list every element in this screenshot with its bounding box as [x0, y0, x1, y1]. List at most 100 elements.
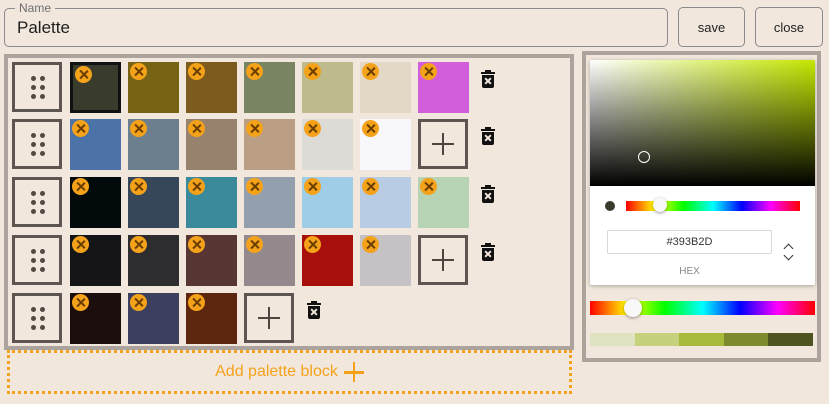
drag-handle[interactable] [12, 177, 62, 227]
color-swatch[interactable] [360, 235, 411, 286]
current-color-dot [605, 201, 615, 211]
color-swatch[interactable] [186, 235, 237, 286]
hue-slider[interactable] [626, 198, 800, 212]
shade-swatch[interactable] [723, 333, 769, 346]
remove-color-icon[interactable] [130, 236, 147, 253]
drag-dots-icon [31, 307, 45, 331]
save-button[interactable]: save [678, 7, 745, 47]
color-swatch[interactable] [186, 62, 237, 113]
shade-swatch[interactable] [634, 333, 680, 346]
remove-color-icon[interactable] [72, 178, 89, 195]
remove-color-icon[interactable] [130, 294, 147, 311]
shade-swatch[interactable] [590, 333, 635, 346]
color-swatch[interactable] [360, 119, 411, 170]
color-swatch[interactable] [360, 62, 411, 113]
color-swatch[interactable] [244, 235, 295, 286]
color-swatch[interactable] [128, 119, 179, 170]
remove-color-icon[interactable] [362, 178, 379, 195]
remove-color-icon[interactable] [420, 178, 437, 195]
color-swatch[interactable] [418, 62, 469, 113]
color-swatch[interactable] [70, 293, 121, 344]
shade-swatch[interactable] [768, 333, 813, 346]
name-value[interactable]: Palette [17, 18, 70, 38]
format-toggle-icon[interactable] [783, 242, 795, 262]
drag-handle[interactable] [12, 62, 62, 112]
color-swatch[interactable] [70, 177, 121, 228]
color-swatch[interactable] [360, 177, 411, 228]
color-swatch[interactable] [186, 119, 237, 170]
drag-dots-icon [31, 191, 45, 215]
remove-color-icon[interactable] [130, 178, 147, 195]
remove-color-icon[interactable] [72, 236, 89, 253]
remove-color-icon[interactable] [304, 236, 321, 253]
remove-color-icon[interactable] [304, 178, 321, 195]
color-swatch[interactable] [186, 293, 237, 344]
remove-color-icon[interactable] [188, 63, 205, 80]
remove-color-icon[interactable] [246, 236, 263, 253]
shade-strip [590, 333, 813, 346]
color-swatch[interactable] [244, 177, 295, 228]
color-swatch[interactable] [302, 62, 353, 113]
color-swatch[interactable] [128, 293, 179, 344]
hue-range-slider-thumb[interactable] [624, 299, 642, 317]
palette-name-field[interactable]: Name Palette [4, 1, 668, 47]
color-swatch[interactable] [70, 119, 121, 170]
delete-row-icon[interactable] [481, 70, 495, 89]
hue-slider-thumb[interactable] [653, 198, 667, 212]
color-swatch[interactable] [244, 62, 295, 113]
close-button[interactable]: close [755, 7, 823, 47]
delete-row-icon[interactable] [307, 301, 321, 320]
drag-dots-icon [31, 249, 45, 273]
palette-row [12, 235, 572, 287]
add-palette-block-button[interactable]: Add palette block [7, 350, 572, 394]
color-swatch[interactable] [186, 177, 237, 228]
saturation-area[interactable] [590, 60, 815, 186]
remove-color-icon[interactable] [72, 120, 89, 137]
delete-row-icon[interactable] [481, 127, 495, 146]
color-swatch[interactable] [418, 177, 469, 228]
color-swatch[interactable] [128, 235, 179, 286]
add-palette-block-label: Add palette block [215, 363, 338, 380]
palette-row [12, 119, 572, 171]
color-swatch[interactable] [70, 62, 121, 113]
remove-color-icon[interactable] [188, 294, 205, 311]
color-swatch[interactable] [302, 119, 353, 170]
remove-color-icon[interactable] [304, 63, 321, 80]
remove-color-icon[interactable] [130, 120, 147, 137]
remove-color-icon[interactable] [72, 294, 89, 311]
remove-color-icon[interactable] [188, 120, 205, 137]
remove-color-icon[interactable] [130, 63, 147, 80]
remove-color-icon[interactable] [304, 120, 321, 137]
plus-icon [343, 362, 364, 382]
drag-handle[interactable] [12, 119, 62, 169]
saturation-cursor[interactable] [638, 151, 650, 163]
remove-color-icon[interactable] [188, 178, 205, 195]
remove-color-icon[interactable] [246, 63, 263, 80]
remove-color-icon[interactable] [246, 120, 263, 137]
remove-color-icon[interactable] [362, 63, 379, 80]
remove-color-icon[interactable] [188, 236, 205, 253]
color-swatch[interactable] [244, 119, 295, 170]
palette-blocks-panel [4, 54, 574, 350]
delete-row-icon[interactable] [481, 243, 495, 262]
hex-input[interactable] [607, 230, 772, 254]
color-swatch[interactable] [70, 235, 121, 286]
color-swatch[interactable] [128, 177, 179, 228]
remove-color-icon[interactable] [75, 66, 92, 83]
color-picker-panel: HEX [582, 51, 821, 362]
drag-handle[interactable] [12, 235, 62, 285]
add-color-button[interactable] [244, 293, 294, 343]
delete-row-icon[interactable] [481, 185, 495, 204]
color-swatch[interactable] [128, 62, 179, 113]
color-swatch[interactable] [302, 177, 353, 228]
remove-color-icon[interactable] [362, 236, 379, 253]
add-color-button[interactable] [418, 235, 468, 285]
remove-color-icon[interactable] [362, 120, 379, 137]
drag-handle[interactable] [12, 293, 62, 343]
shade-swatch[interactable] [679, 333, 724, 346]
add-color-button[interactable] [418, 119, 468, 169]
remove-color-icon[interactable] [420, 63, 437, 80]
color-swatch[interactable] [302, 235, 353, 286]
remove-color-icon[interactable] [246, 178, 263, 195]
hue-range-slider[interactable] [590, 299, 815, 317]
